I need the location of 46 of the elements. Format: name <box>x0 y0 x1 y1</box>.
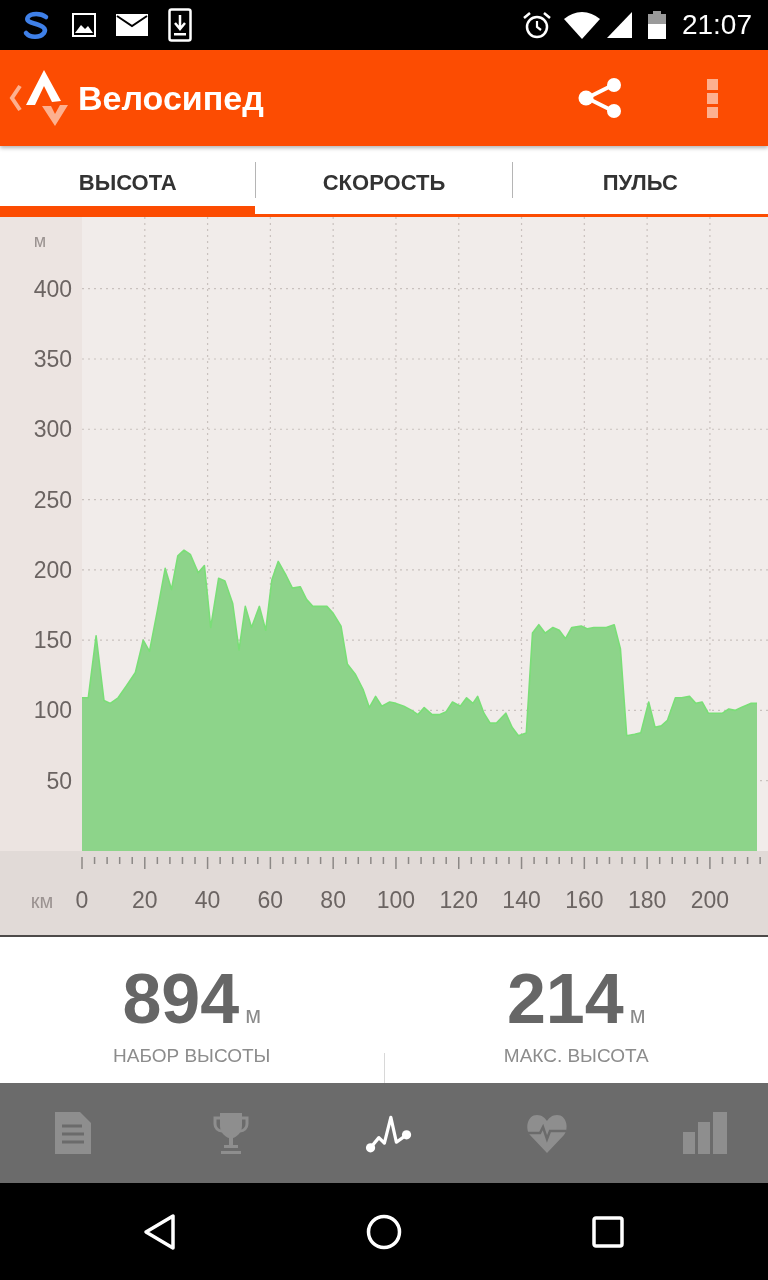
x-tick-label: 160 <box>565 887 604 913</box>
image-icon <box>72 13 96 37</box>
x-tick-label: 120 <box>439 887 478 913</box>
x-tick-label: 20 <box>132 887 158 913</box>
x-tick-label: 0 <box>75 887 89 913</box>
logo-icon <box>24 68 70 128</box>
status-time: 21:07 <box>681 9 752 41</box>
wifi-icon <box>563 11 600 39</box>
alarm-clock-icon <box>521 10 552 40</box>
signal-icon <box>606 12 632 38</box>
x-tick-label: 60 <box>257 887 284 913</box>
x-tick-label: 140 <box>502 887 541 913</box>
download-icon <box>168 8 192 42</box>
bar-chart-icon[interactable] <box>683 1112 727 1154</box>
share-icon[interactable] <box>578 78 622 118</box>
y-tick-label: 150 <box>33 627 72 654</box>
y-tick-label: 300 <box>33 416 72 443</box>
screen-title: Велосипед <box>78 78 265 118</box>
trophy-icon[interactable] <box>211 1112 251 1154</box>
y-tick-label: 100 <box>33 697 72 724</box>
stat-unit: м <box>629 1004 646 1027</box>
back-icon[interactable] <box>143 1212 177 1251</box>
x-tick-label: 180 <box>627 887 667 913</box>
mail-icon <box>116 13 148 37</box>
y-tick-label: 350 <box>33 346 72 372</box>
y-axis-unit: м <box>33 231 47 251</box>
stat-value: 214 <box>506 964 624 1034</box>
x-axis-unit: км <box>30 890 54 912</box>
y-tick-label: 250 <box>33 486 72 513</box>
stat-unit: м <box>245 1004 262 1027</box>
document-icon[interactable] <box>55 1112 91 1154</box>
y-tick-label: 200 <box>33 556 72 583</box>
stat-label: МАКС. ВЫСОТА <box>503 1045 649 1067</box>
stat-label: НАБОР ВЫСОТЫ <box>113 1045 271 1067</box>
heart-rate-icon[interactable] <box>525 1112 569 1154</box>
stat-value: 894 <box>122 964 240 1034</box>
recents-icon[interactable] <box>592 1215 624 1248</box>
y-tick-label: 50 <box>46 767 72 794</box>
home-icon[interactable] <box>366 1213 402 1250</box>
battery-icon <box>647 11 666 39</box>
x-tick-label: 100 <box>376 887 416 913</box>
y-tick-label: 400 <box>33 275 72 302</box>
x-tick-label: 200 <box>690 887 730 913</box>
x-tick-label: 80 <box>320 887 346 913</box>
more-options-icon[interactable] <box>706 78 719 118</box>
x-tick-label: 40 <box>194 887 221 913</box>
